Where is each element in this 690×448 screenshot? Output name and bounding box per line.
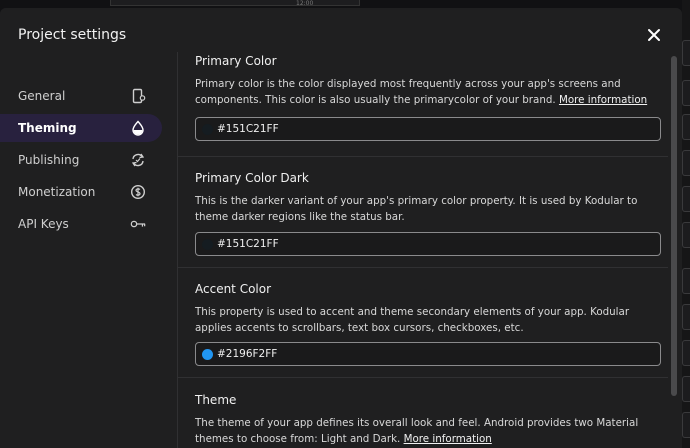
dollar-icon xyxy=(130,184,146,200)
sidebar-item-theming[interactable]: Theming xyxy=(0,114,162,142)
color-value: #151C21FF xyxy=(217,238,279,250)
section-title: Theme xyxy=(195,393,237,407)
sidebar-item-label: General xyxy=(18,89,66,103)
scrollbar-thumb[interactable] xyxy=(671,56,677,396)
sidebar-item-label: Monetization xyxy=(18,185,96,199)
section-description: Primary color is the color displayed mos… xyxy=(195,78,648,106)
primary-color-section: Primary Color Primary color is the color… xyxy=(178,52,668,157)
section-description: The theme of your app defines its overal… xyxy=(195,417,639,445)
phone-settings-icon xyxy=(132,88,146,104)
primary-color-dark-field[interactable]: #151C21FF xyxy=(195,232,661,256)
background-tab xyxy=(682,412,690,438)
more-information-link[interactable]: More information xyxy=(404,433,492,445)
color-swatch[interactable] xyxy=(202,349,213,360)
more-information-link[interactable]: More information xyxy=(559,94,647,106)
sidebar-item-label: Theming xyxy=(18,121,77,135)
accent-color-field[interactable]: #2196F2FF xyxy=(195,342,661,366)
background-tab xyxy=(682,150,690,176)
section-title: Accent Color xyxy=(195,282,272,296)
sidebar-item-label: Publishing xyxy=(18,153,80,167)
water-drop-icon xyxy=(132,120,144,136)
theme-section: Theme The theme of your app defines its … xyxy=(178,378,668,448)
background-tab xyxy=(682,80,690,106)
sidebar-item-monetization[interactable]: Monetization xyxy=(0,178,162,206)
background-tab xyxy=(682,114,690,140)
background-tab xyxy=(682,376,690,402)
sidebar-item-label: API Keys xyxy=(18,217,69,231)
primary-color-dark-section: Primary Color Dark This is the darker va… xyxy=(178,157,668,268)
background-tab xyxy=(682,222,690,248)
background-time: 12:00 xyxy=(296,0,314,7)
background-tab xyxy=(682,268,690,294)
background-panel-right xyxy=(682,0,690,448)
background-tab xyxy=(682,340,690,366)
background-tab xyxy=(682,186,690,212)
settings-sidebar: General Theming Publishing Monetization … xyxy=(0,52,178,448)
color-value: #2196F2FF xyxy=(217,348,278,360)
background-tab xyxy=(682,40,690,66)
section-title: Primary Color xyxy=(195,54,277,68)
sync-icon xyxy=(131,153,145,167)
background-tab xyxy=(682,304,690,330)
background-window-strip xyxy=(110,0,360,6)
color-swatch[interactable] xyxy=(202,124,213,135)
color-swatch[interactable] xyxy=(202,239,213,250)
section-title: Primary Color Dark xyxy=(195,171,309,185)
sidebar-item-general[interactable]: General xyxy=(0,82,162,110)
project-settings-dialog: Project settings General Theming Publish… xyxy=(0,8,682,448)
sidebar-item-publishing[interactable]: Publishing xyxy=(0,146,162,174)
sidebar-item-api-keys[interactable]: API Keys xyxy=(0,210,162,238)
dialog-header: Project settings xyxy=(0,8,682,52)
primary-color-field[interactable]: #151C21FF xyxy=(195,117,661,141)
color-value: #151C21FF xyxy=(217,123,279,135)
content-scrollbar[interactable] xyxy=(668,52,682,448)
theming-content: Primary Color Primary color is the color… xyxy=(178,52,668,448)
dialog-title: Project settings xyxy=(18,27,127,43)
section-description: This property is used to accent and them… xyxy=(195,306,630,334)
accent-color-section: Accent Color This property is used to ac… xyxy=(178,268,668,378)
section-description: This is the darker variant of your app's… xyxy=(195,195,638,223)
close-icon[interactable] xyxy=(646,27,662,43)
key-icon xyxy=(130,220,146,228)
